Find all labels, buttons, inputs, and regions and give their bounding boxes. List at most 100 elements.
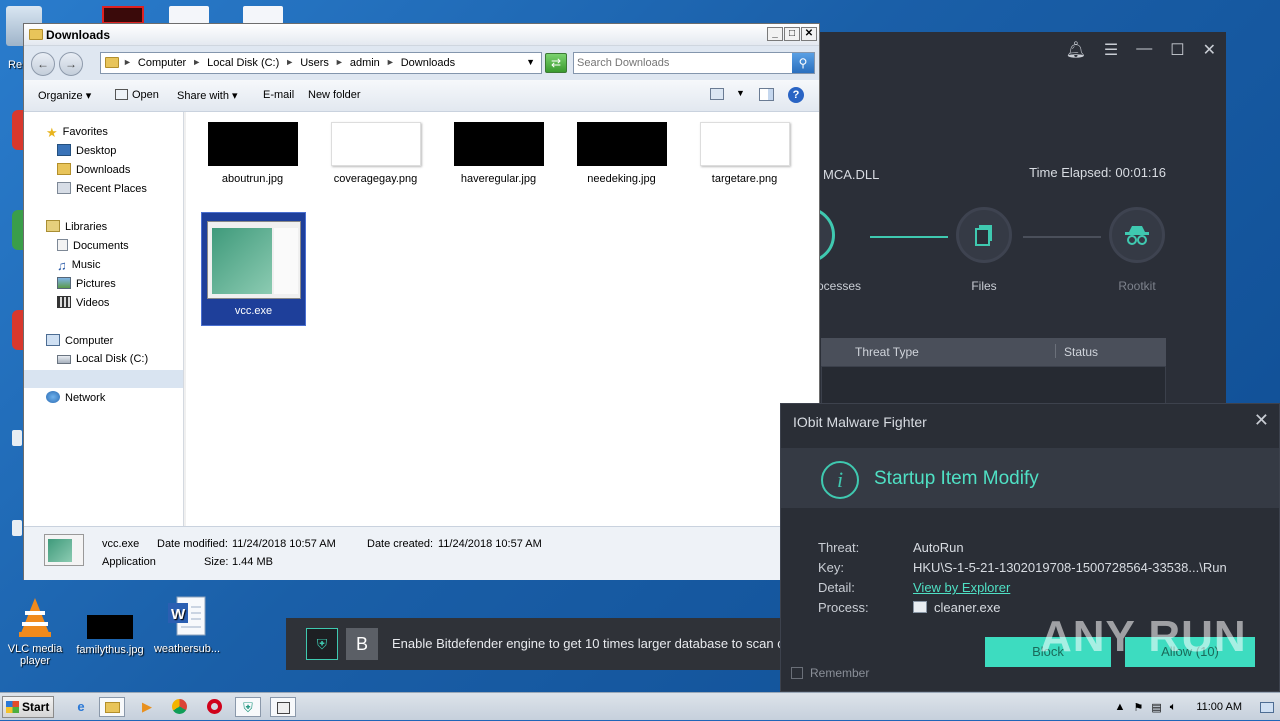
- breadcrumb-computer[interactable]: Computer: [138, 57, 186, 69]
- bell-icon[interactable]: 🔔︎: [1066, 40, 1086, 60]
- network-tray-icon[interactable]: ▤: [1151, 701, 1161, 714]
- nav-network[interactable]: Network: [46, 391, 105, 404]
- ie-icon[interactable]: e: [68, 697, 94, 717]
- details-type: Application: [102, 556, 156, 568]
- nav-local-disk[interactable]: Local Disk (C:): [57, 353, 148, 365]
- desktop-icon-familythus[interactable]: familythus.jpg: [75, 615, 145, 656]
- nav-documents[interactable]: Documents: [57, 239, 129, 252]
- close-icon[interactable]: ✕: [1254, 410, 1269, 431]
- address-bar[interactable]: ► Computer ► Local Disk (C:) ► Users ► a…: [100, 52, 542, 74]
- chevron-up-icon[interactable]: ▲: [1115, 701, 1126, 713]
- folder-icon: [29, 29, 43, 40]
- search-box[interactable]: ⚲: [573, 52, 815, 74]
- flag-icon[interactable]: ⚑: [1133, 701, 1143, 714]
- results-table-header: Threat Type Status: [821, 338, 1166, 366]
- chrome-icon[interactable]: [166, 697, 192, 717]
- view-icon[interactable]: [710, 88, 724, 100]
- search-icon[interactable]: ⚲: [792, 53, 814, 73]
- show-desktop-icon[interactable]: [1260, 701, 1274, 713]
- file-item[interactable]: targetare.png: [692, 122, 797, 185]
- nav-computer[interactable]: Computer: [46, 334, 113, 347]
- libraries-icon: [46, 220, 60, 232]
- details-created: 11/24/2018 10:57 AM: [438, 538, 542, 550]
- refresh-button[interactable]: ⇄: [545, 53, 567, 73]
- chevron-right-icon[interactable]: ►: [386, 57, 395, 69]
- edge-app-icon[interactable]: [12, 430, 22, 446]
- opera-icon[interactable]: [201, 697, 227, 717]
- organize-menu[interactable]: Organize ▾: [38, 89, 91, 102]
- file-item[interactable]: haveregular.jpg: [446, 122, 551, 185]
- open-button[interactable]: Open: [115, 89, 159, 101]
- breadcrumb: ► Computer ► Local Disk (C:) ► Users ► a…: [123, 57, 455, 69]
- file-item-selected[interactable]: vcc.exe: [201, 212, 306, 326]
- new-folder-button[interactable]: New folder: [308, 89, 361, 101]
- app-icon: [102, 6, 144, 24]
- image-file-icon: [87, 615, 133, 639]
- app-window-icon[interactable]: [270, 697, 296, 717]
- chevron-right-icon[interactable]: ►: [335, 57, 344, 69]
- back-button[interactable]: ←: [31, 52, 55, 76]
- file-item[interactable]: coveragegay.png: [323, 122, 428, 185]
- minimize-icon[interactable]: —: [1136, 40, 1152, 60]
- iobit-shield-icon[interactable]: ⛨: [235, 697, 261, 717]
- view-by-explorer-link[interactable]: View by Explorer: [913, 580, 1010, 595]
- rootkit-spy-icon: [1125, 226, 1149, 245]
- explorer-folder-icon[interactable]: [99, 697, 125, 717]
- desktop-icon-vlc[interactable]: VLC media player: [0, 595, 70, 667]
- nav-recent-places[interactable]: Recent Places: [57, 182, 147, 195]
- file-item[interactable]: needeking.jpg: [569, 122, 674, 185]
- menu-icon[interactable]: ☰: [1104, 40, 1118, 60]
- word-doc-icon: [169, 6, 209, 24]
- breadcrumb-local-disk[interactable]: Local Disk (C:): [207, 57, 279, 69]
- search-input[interactable]: [577, 55, 787, 71]
- explorer-titlebar[interactable]: Downloads _ □ ✕: [24, 24, 819, 46]
- chevron-right-icon[interactable]: ►: [192, 57, 201, 69]
- close-button[interactable]: ✕: [801, 27, 817, 41]
- start-button[interactable]: Start: [2, 696, 54, 718]
- details-name: vcc.exe: [102, 538, 140, 550]
- preview-pane-icon[interactable]: [759, 88, 774, 101]
- help-icon[interactable]: ?: [788, 87, 804, 103]
- file-name: targetare.png: [711, 173, 778, 185]
- media-player-icon[interactable]: ▶: [134, 697, 160, 717]
- chevron-down-icon[interactable]: ▼: [736, 88, 745, 98]
- nav-libraries[interactable]: Libraries: [46, 220, 107, 233]
- nav-desktop[interactable]: Desktop: [57, 144, 116, 157]
- file-name: coveragegay.png: [333, 173, 418, 185]
- vlc-cone-icon: [19, 598, 51, 637]
- nav-downloads[interactable]: Downloads: [57, 163, 130, 176]
- minimize-button[interactable]: _: [767, 27, 783, 41]
- nav-pictures[interactable]: Pictures: [57, 277, 116, 290]
- breadcrumb-downloads[interactable]: Downloads: [401, 57, 455, 69]
- desktop-icon-weathersub[interactable]: W weathersub...: [152, 595, 222, 655]
- breadcrumb-users[interactable]: Users: [300, 57, 329, 69]
- maximize-icon[interactable]: ☐: [1170, 40, 1184, 60]
- email-button[interactable]: E-mail: [263, 89, 294, 101]
- edge-app-icon[interactable]: [12, 520, 22, 536]
- process-label: Process:: [818, 600, 869, 615]
- videos-icon: [57, 296, 71, 308]
- popup-heading: Startup Item Modify: [874, 468, 1039, 489]
- close-icon[interactable]: ✕: [1203, 40, 1216, 60]
- maximize-button[interactable]: □: [784, 27, 800, 41]
- desktop-icon-label: Re: [8, 59, 23, 71]
- share-with-menu[interactable]: Share with ▾: [177, 89, 238, 102]
- remember-checkbox[interactable]: Remember: [791, 666, 869, 680]
- iobit-main-window: 🔔︎ ☰ — ☐ ✕ MCA.DLL Time Elapsed: 00:01:1…: [779, 32, 1226, 404]
- process-value: cleaner.exe: [934, 600, 1001, 615]
- threat-value: AutoRun: [913, 540, 964, 555]
- file-item[interactable]: aboutrun.jpg: [200, 122, 305, 185]
- nav-favorites[interactable]: ★ Favorites: [46, 125, 108, 140]
- bitdefender-b-icon[interactable]: B: [346, 628, 378, 660]
- chevron-down-icon[interactable]: ▼: [526, 57, 535, 67]
- details-pane: vcc.exe Application Date modified: 11/24…: [24, 526, 819, 580]
- shield-icon[interactable]: ⛨: [306, 628, 338, 660]
- volume-icon[interactable]: 🔈︎: [1170, 701, 1177, 714]
- forward-button[interactable]: →: [59, 52, 83, 76]
- nav-music[interactable]: ♫ Music: [57, 258, 100, 273]
- breadcrumb-admin[interactable]: admin: [350, 57, 380, 69]
- chevron-right-icon[interactable]: ►: [285, 57, 294, 69]
- scan-current-item: MCA.DLL: [823, 167, 880, 182]
- clock[interactable]: 11:00 AM: [1196, 701, 1242, 713]
- nav-videos[interactable]: Videos: [57, 296, 109, 309]
